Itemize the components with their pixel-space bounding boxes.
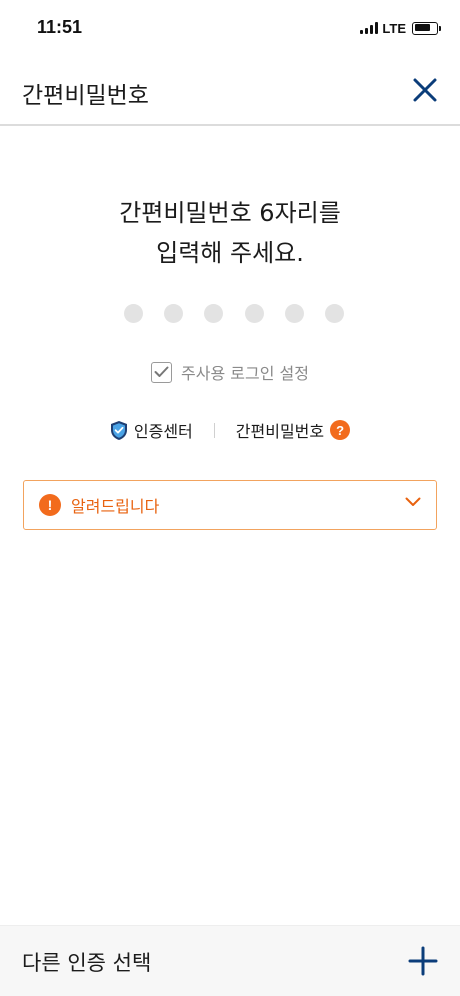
cert-center-label: 인증센터 [133, 422, 193, 441]
alert-icon: ! [39, 494, 61, 516]
header: 간편비밀번호 [0, 56, 460, 126]
close-button[interactable] [408, 73, 442, 107]
pin-prompt: 간편비밀번호 6자리를 입력해 주세요. [0, 193, 460, 273]
network-label: LTE [382, 20, 406, 36]
pin-dots [124, 304, 344, 323]
shield-icon [110, 420, 127, 440]
info-links: 인증센터 간편비밀번호 ? [0, 418, 460, 442]
primary-login-setting[interactable]: 주사용 로그인 설정 [0, 360, 460, 384]
notice-label: 알려드립니다 [71, 497, 160, 516]
pin-dot [164, 304, 184, 323]
status-bar: 11:51 LTE [0, 0, 460, 56]
primary-login-label: 주사용 로그인 설정 [181, 364, 309, 383]
chevron-down-icon [405, 497, 421, 506]
notice-accordion[interactable]: ! 알려드립니다 [23, 480, 437, 530]
primary-login-checkbox[interactable] [151, 361, 173, 383]
plus-icon [408, 946, 438, 976]
pin-dot [204, 304, 224, 323]
check-icon [154, 366, 169, 377]
simple-password-help-link[interactable]: 간편비밀번호 ? [235, 418, 351, 442]
signal-icon [360, 22, 379, 34]
simple-password-label: 간편비밀번호 [235, 422, 325, 441]
other-auth-label: 다른 인증 선택 [22, 951, 152, 975]
status-icons: LTE [360, 19, 441, 37]
status-time: 11:51 [37, 17, 83, 37]
pin-prompt-line1: 간편비밀번호 6자리를 [119, 199, 341, 227]
page-title: 간편비밀번호 [22, 83, 149, 109]
cert-center-link[interactable]: 인증센터 [110, 418, 193, 442]
pin-dot [244, 304, 264, 323]
link-divider [213, 422, 215, 438]
pin-dot [284, 304, 304, 323]
close-icon [413, 78, 437, 102]
pin-dot [324, 304, 344, 323]
help-icon: ? [330, 420, 351, 440]
pin-prompt-line2: 입력해 주세요. [156, 239, 304, 267]
battery-icon [412, 21, 441, 35]
other-auth-button[interactable]: 다른 인증 선택 [0, 925, 460, 996]
pin-dot [124, 304, 143, 323]
